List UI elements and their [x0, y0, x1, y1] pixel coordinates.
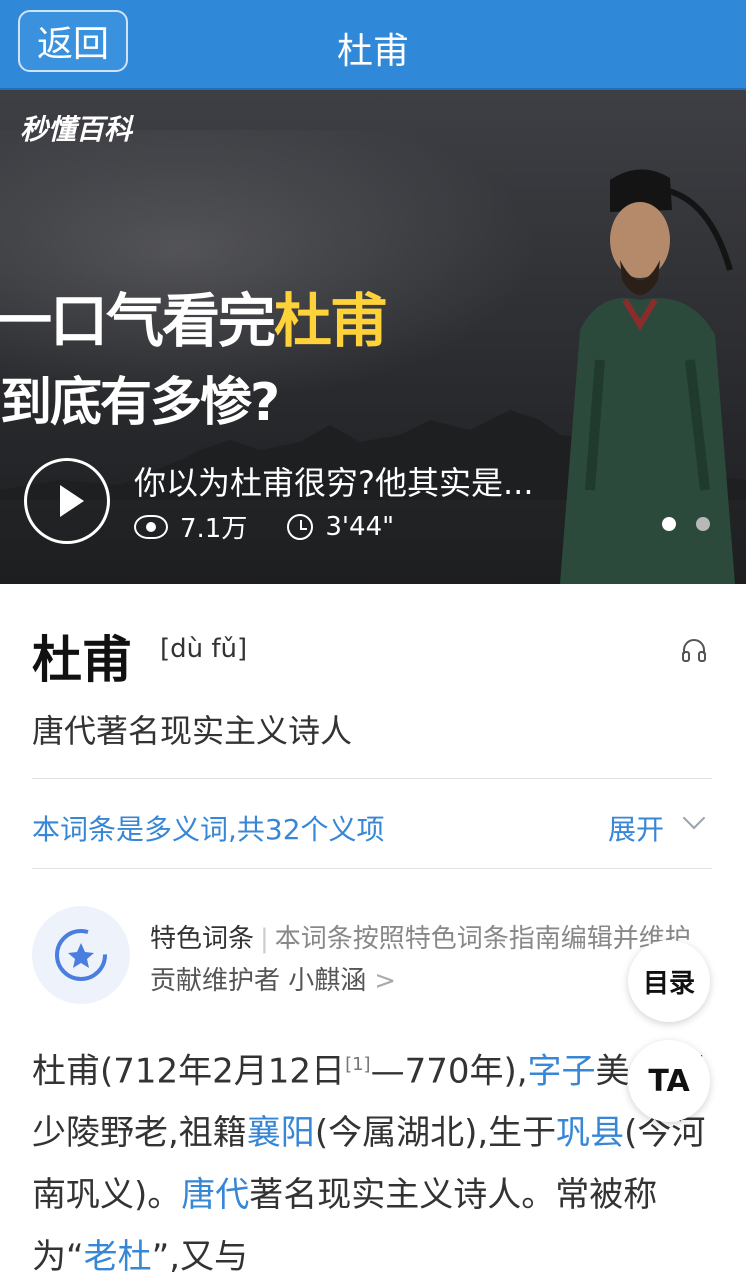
- entry-body-paragraph: 杜甫(712年2月12日[1]—770年),字子美,自号少陵野老,祖籍襄阳(今属…: [32, 1051, 708, 1278]
- link-gongxian[interactable]: 巩县: [556, 1113, 624, 1153]
- feature-note: 本词条按照特色词条指南编辑并维护: [274, 924, 691, 954]
- carousel-dot-active[interactable]: [662, 517, 676, 531]
- headphone-icon[interactable]: [680, 636, 708, 664]
- clock-icon: [287, 513, 314, 540]
- page-title: 杜甫: [336, 31, 409, 72]
- entry-description: 唐代著名现实主义诗人: [32, 712, 353, 750]
- top-bar: 返回 杜甫: [0, 0, 746, 90]
- pinyin: [dù fǔ]: [160, 634, 248, 664]
- link-xiangyang[interactable]: 襄阳: [247, 1113, 315, 1153]
- video-duration: 3'44": [325, 511, 395, 542]
- chevron-down-icon[interactable]: [682, 806, 706, 830]
- link-laodu[interactable]: 老杜: [84, 1237, 152, 1277]
- toc-button[interactable]: 目录: [628, 940, 710, 1022]
- star-badge-icon: [55, 929, 107, 981]
- divider: [32, 778, 712, 779]
- miaodong-logo: 秒懂百科: [20, 113, 133, 146]
- video-title[interactable]: 你以为杜甫很穷?他其实是...: [134, 458, 534, 504]
- video-meta: 7.1万 3'44": [134, 508, 434, 545]
- view-count: 7.1万: [180, 514, 248, 544]
- feature-badge: [32, 906, 130, 1004]
- polysemy-link[interactable]: 本词条是多义词,共32个义项: [32, 808, 385, 848]
- feature-entry-line: 特色词条 | 本词条按照特色词条指南编辑并维护: [150, 924, 691, 954]
- chevron-right-icon: >: [374, 966, 397, 996]
- ta-button[interactable]: TA: [628, 1040, 710, 1122]
- carousel-dot[interactable]: [696, 517, 710, 531]
- eye-icon: [134, 514, 168, 539]
- expand-button[interactable]: 展开: [608, 808, 664, 848]
- play-button[interactable]: [24, 458, 110, 544]
- video-card[interactable]: 秒懂百科 一口气看完杜甫 到底有多惨? 你以为杜甫很穷?他其实是... 7.1万…: [0, 90, 746, 584]
- reference-marker[interactable]: [1]: [345, 1054, 371, 1075]
- feature-label: 特色词条: [150, 924, 255, 954]
- video-headline-1: 一口气看完杜甫: [0, 287, 388, 355]
- video-headline-2: 到底有多惨?: [0, 373, 280, 433]
- divider: [32, 868, 712, 869]
- link-tangdai[interactable]: 唐代: [181, 1175, 249, 1215]
- contributor-link[interactable]: 贡献维护者 小麒涵 >: [150, 960, 396, 997]
- link-ziyi[interactable]: 字子: [528, 1051, 596, 1091]
- poet-figure: [560, 169, 735, 584]
- entry-title: 杜甫: [32, 631, 132, 689]
